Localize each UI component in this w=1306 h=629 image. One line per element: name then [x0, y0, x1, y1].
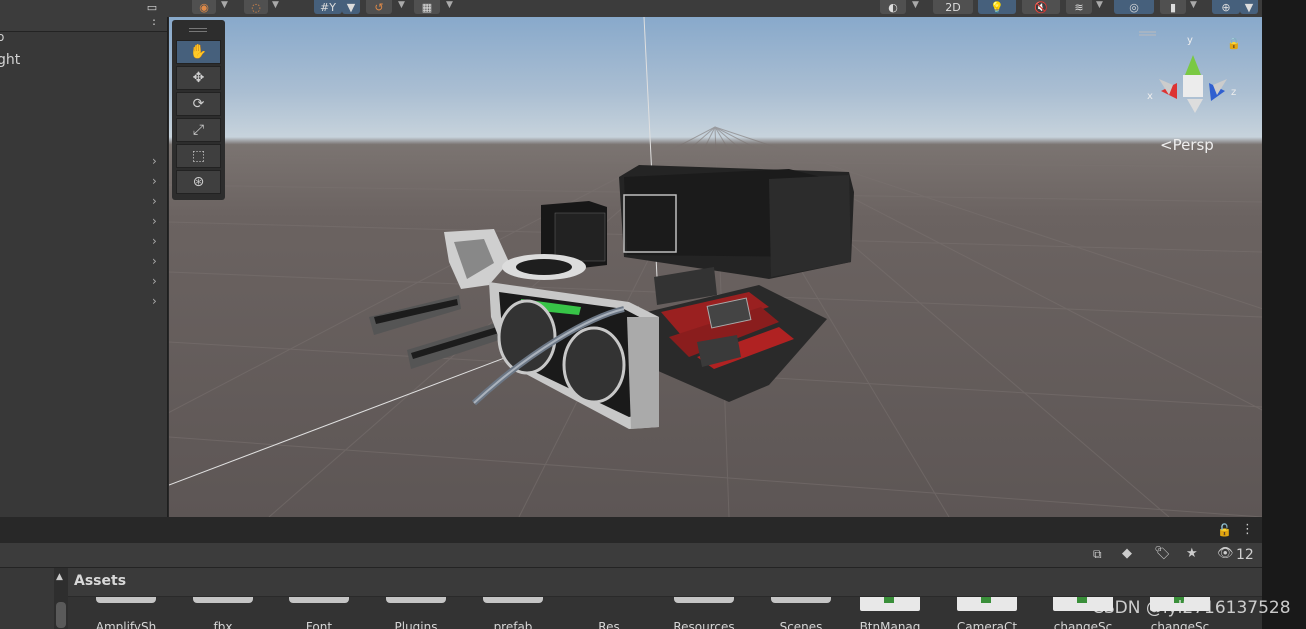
favorite-star-icon[interactable]: ★ [1186, 546, 1198, 561]
folder-icon [674, 597, 734, 603]
snap-dropdown[interactable]: ▼ [342, 0, 360, 14]
asset-item[interactable]: Font [261, 597, 351, 629]
transform-tool-icon[interactable]: ⊛ [176, 170, 221, 194]
effects-button[interactable]: ≋ [1066, 0, 1092, 14]
tools-palette: ✋ ✥ ⟳ ⤢ ⬚ ⊛ [172, 20, 225, 200]
hierarchy-item-partial[interactable]: o [0, 30, 4, 44]
folder-icon [483, 597, 543, 603]
snap-button[interactable]: #Y [314, 0, 342, 14]
lock-icon[interactable]: 🔓 [1217, 523, 1232, 537]
expand-arrow-icon[interactable]: › [152, 154, 157, 168]
chevron-down-icon[interactable]: ▼ [398, 0, 405, 10]
expand-arrow-icon[interactable]: › [152, 214, 157, 228]
watermark-text: CSDN @lyl2716137528 [1092, 598, 1291, 618]
scale-tool-icon[interactable]: ⤢ [176, 118, 221, 142]
gizmos-button[interactable]: ⊕ [1212, 0, 1240, 14]
bracket-model [444, 229, 509, 289]
asset-item[interactable]: Res [551, 597, 641, 629]
global-button[interactable]: ◌ [244, 0, 268, 14]
hierarchy-panel: ⋮ o ght › › › › › › › › [0, 0, 168, 517]
project-toolbar: ⚲ ⧉ ◆ 🏷 ★ 👁 12 [0, 543, 1262, 589]
expand-arrow-icon[interactable]: › [152, 274, 157, 288]
expand-arrow-icon[interactable]: › [152, 194, 157, 208]
move-tool-icon[interactable]: ✥ [176, 66, 221, 90]
hierarchy-item-light[interactable]: ght [0, 52, 20, 68]
pivot-button[interactable]: ◉ [192, 0, 216, 14]
chevron-down-icon[interactable]: ▼ [221, 0, 228, 10]
folder-icon [771, 597, 831, 603]
grid-button[interactable]: ▦ [414, 0, 440, 14]
right-border [1262, 0, 1306, 629]
increment-snap-button[interactable]: ↺ [366, 0, 392, 14]
expand-arrow-icon[interactable]: › [152, 294, 157, 308]
asset-item[interactable]: Resources [646, 597, 736, 629]
folder-icon [289, 597, 349, 603]
asset-item[interactable]: prefab [455, 597, 545, 629]
filter-by-label-icon[interactable]: 🏷 [1154, 546, 1171, 561]
2d-toggle-button[interactable]: 2D [933, 0, 973, 14]
project-panel: 🔓 ⋮ ⚲ ⧉ ◆ 🏷 ★ 👁 12 ▲ Assets AmplifySh fb… [0, 519, 1262, 629]
folder-icon [193, 597, 253, 603]
expand-arrow-icon[interactable]: › [152, 174, 157, 188]
chevron-down-icon[interactable]: ▼ [912, 0, 919, 10]
filter-by-type-icon[interactable]: ◆ [1122, 546, 1132, 561]
project-folder-tree [0, 568, 55, 629]
asset-item[interactable]: Plugins [358, 597, 448, 629]
asset-item[interactable]: AmplifySh [68, 597, 158, 629]
lighting-toggle-button[interactable]: 💡 [978, 0, 1016, 14]
scene-view[interactable]: y x z 🔒 [169, 17, 1262, 517]
search-mode-icon[interactable]: ⧉ [1093, 547, 1102, 562]
asset-item[interactable]: fbx [165, 597, 255, 629]
chevron-down-icon[interactable]: ▼ [446, 0, 453, 10]
ram-model [369, 295, 502, 369]
project-tab-bar: 🔓 ⋮ [0, 519, 1262, 543]
rect-tool-icon[interactable]: ⬚ [176, 144, 221, 168]
svg-text:y: y [1187, 35, 1193, 46]
csharp-script-icon [860, 597, 920, 611]
scene-toolbar: ▭ ◉ ▼ ◌ ▼ #Y ▼ ↺ ▼ ▦ ▼ ◐ ▼ 2D 💡 🔇 ≋ ▼ ◎ … [0, 0, 1262, 17]
expand-arrow-icon[interactable]: › [152, 254, 157, 268]
scene-grid [169, 17, 1262, 517]
asset-grid: AmplifySh fbx Font Plugins prefab Res Re… [68, 597, 1262, 629]
chevron-down-icon[interactable]: ▼ [1096, 0, 1103, 10]
pc-case-model [619, 165, 854, 279]
motherboard-model [647, 267, 827, 402]
asset-item[interactable]: BtnManag [832, 597, 922, 629]
camera-button[interactable]: ▮ [1160, 0, 1186, 14]
asset-item[interactable]: Scenes [743, 597, 833, 629]
folder-icon [96, 597, 156, 603]
gizmos-dropdown[interactable]: ▼ [1240, 0, 1258, 14]
panel-icon[interactable]: ▭ [144, 0, 160, 14]
folder-tree-scrollbar[interactable]: ▲ [54, 568, 68, 629]
chevron-down-icon[interactable]: ▼ [272, 0, 279, 10]
svg-text:x: x [1147, 91, 1153, 102]
breadcrumb-assets[interactable]: Assets [74, 573, 126, 589]
svg-text:z: z [1231, 87, 1236, 98]
hidden-packages-eye-icon[interactable]: 👁 [1217, 546, 1234, 561]
csharp-script-icon [957, 597, 1017, 611]
expand-arrow-icon[interactable]: › [152, 234, 157, 248]
folder-icon [386, 597, 446, 603]
asset-item[interactable]: CameraCt [929, 597, 1019, 629]
hidden-packages-count: 12 [1236, 547, 1254, 563]
shading-mode-button[interactable]: ◐ [880, 0, 906, 14]
breadcrumb: Assets [68, 568, 1262, 597]
scene-visibility-button[interactable]: ◎ [1114, 0, 1154, 14]
chevron-down-icon[interactable]: ▼ [1190, 0, 1197, 10]
hand-tool-icon[interactable]: ✋ [176, 40, 221, 64]
audio-toggle-button[interactable]: 🔇 [1022, 0, 1060, 14]
more-options-icon[interactable]: ⋮ [1241, 522, 1254, 537]
perspective-label[interactable]: <Persp [1160, 136, 1214, 154]
lock-icon[interactable]: 🔒 [1227, 37, 1241, 50]
rotate-tool-icon[interactable]: ⟳ [176, 92, 221, 116]
scroll-up-arrow-icon[interactable]: ▲ [56, 572, 63, 582]
